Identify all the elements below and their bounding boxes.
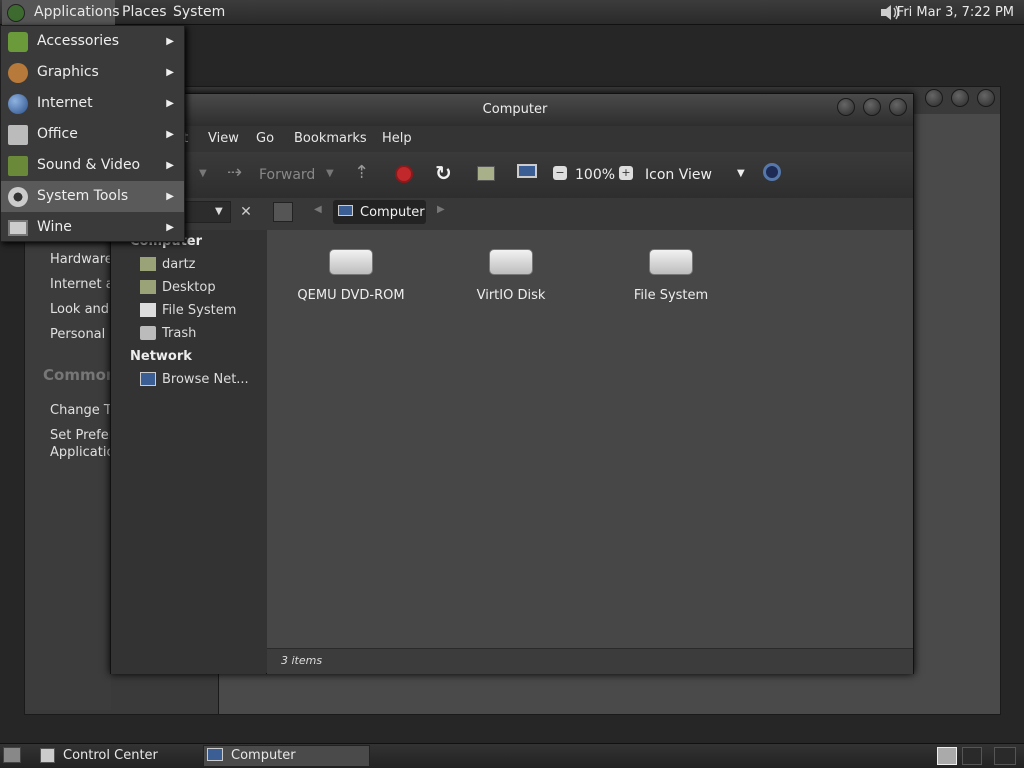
close-sidebar-icon[interactable]: ✕ [235,201,257,223]
file-manager-window: Computer t View Go Bookmarks Help ▼ ⇢ Fo… [110,93,914,674]
dvd-drive-icon[interactable] [329,249,373,275]
view-mode-select[interactable]: Icon View [645,167,712,183]
sidebar-item-browse-network[interactable]: Browse Net... [162,372,249,387]
menu-item-accessories[interactable]: Accessories ▶ [1,26,184,57]
status-text: 3 items [281,654,323,667]
network-icon [140,372,156,386]
places-menu[interactable]: Places [117,0,172,25]
computer-task-icon [207,748,223,761]
globe-icon [8,94,28,114]
workspace-switcher-2[interactable] [962,747,982,765]
menu-item-sound-video[interactable]: Sound & Video ▶ [1,150,184,181]
close-button[interactable] [977,89,995,107]
home-folder-icon[interactable] [477,166,495,181]
reload-icon[interactable]: ↻ [435,161,452,185]
zoom-level: 100% [575,167,616,183]
minimize-button[interactable] [837,98,855,116]
sidebar-item-dartz[interactable]: dartz [162,257,195,272]
breadcrumb-computer-icon [338,205,353,216]
applications-menu[interactable]: Applications [29,0,125,25]
disk-drive-icon[interactable] [489,249,533,275]
applications-dropdown: Accessories ▶ Graphics ▶ Internet ▶ Office ▶… [0,25,185,242]
view-mode-dropdown-icon[interactable]: ▼ [737,168,745,179]
cc-task-change-theme[interactable]: Change Th [50,403,110,418]
breadcrumb-back-icon[interactable]: ◀ [314,204,322,215]
system-menu[interactable]: System [168,0,230,25]
maximize-button[interactable] [863,98,881,116]
back-dropdown-icon[interactable]: ▼ [199,168,207,179]
item-label-qemu-dvd-rom[interactable]: QEMU DVD-ROM [276,288,426,303]
edit-location-icon[interactable] [273,202,293,222]
trash-applet-icon[interactable] [994,747,1016,765]
desktop-folder-icon [140,280,156,294]
cc-task-set-preferred[interactable]: Set Prefer [50,428,110,443]
menu-item-system-tools[interactable]: System Tools ▶ [1,181,184,212]
menu-bookmarks[interactable]: Bookmarks [294,131,367,146]
sidebar-item-desktop[interactable]: Desktop [162,280,216,295]
item-label-virtio-disk[interactable]: VirtIO Disk [436,288,586,303]
sidebar-dropdown-icon[interactable]: ▼ [215,206,223,217]
menu-item-internet[interactable]: Internet ▶ [1,88,184,119]
control-center-task-icon [40,748,55,763]
minimize-button[interactable] [925,89,943,107]
menu-item-graphics[interactable]: Graphics ▶ [1,57,184,88]
breadcrumb-forward-icon[interactable]: ▶ [437,204,445,215]
status-bar [267,648,913,674]
cc-section-common: Common [43,366,111,384]
sidebar-item-file-system[interactable]: File System [162,303,236,318]
trash-icon [140,326,156,340]
cc-category-personal[interactable]: Personal [50,327,110,342]
sidebar-item-trash[interactable]: Trash [162,326,196,341]
places-sidebar [111,230,266,674]
menu-help[interactable]: Help [382,131,412,146]
location-bar [111,198,913,230]
gear-icon [8,187,28,207]
menu-go[interactable]: Go [256,131,274,146]
workspace-switcher[interactable] [937,747,957,765]
zoom-in-icon[interactable]: + [619,166,633,180]
up-arrow-icon[interactable]: ⇡ [354,162,369,183]
menu-view[interactable]: View [208,131,239,146]
file-system-drive-icon[interactable] [649,249,693,275]
computer-icon[interactable] [517,164,537,178]
forward-button[interactable]: Forward [259,167,315,183]
wine-icon [8,220,28,236]
drive-icon [140,303,156,317]
task-label-control-center[interactable]: Control Center [63,745,158,767]
home-folder-icon [140,257,156,271]
clock[interactable]: Fri Mar 3, 7:22 PM [897,0,1014,25]
item-label-file-system[interactable]: File System [596,288,746,303]
office-icon [8,125,28,145]
maximize-button[interactable] [951,89,969,107]
menu-item-office[interactable]: Office ▶ [1,119,184,150]
window-title: Computer [482,102,548,117]
show-desktop-icon[interactable] [3,747,21,763]
search-icon[interactable] [763,163,781,181]
menu-item-wine[interactable]: Wine ▶ [1,212,184,243]
graphics-icon [8,63,28,83]
cc-category-internet[interactable]: Internet a [50,277,110,292]
forward-dropdown-icon[interactable]: ▼ [326,168,334,179]
stop-icon[interactable] [395,165,413,183]
forward-arrow-icon[interactable]: ⇢ [227,162,242,183]
breadcrumb-label: Computer [360,205,425,220]
cc-task-applications[interactable]: Applicatio [50,445,110,460]
cc-category-look-and-feel[interactable]: Look and I [50,302,110,317]
accessories-icon [8,32,28,52]
task-label-computer[interactable]: Computer [231,745,296,767]
cc-category-hardware[interactable]: Hardware [50,252,110,267]
zoom-out-icon[interactable]: − [553,166,567,180]
film-icon [8,156,28,176]
distro-logo-icon [7,4,25,22]
close-button[interactable] [889,98,907,116]
sidebar-heading-network: Network [130,349,192,364]
